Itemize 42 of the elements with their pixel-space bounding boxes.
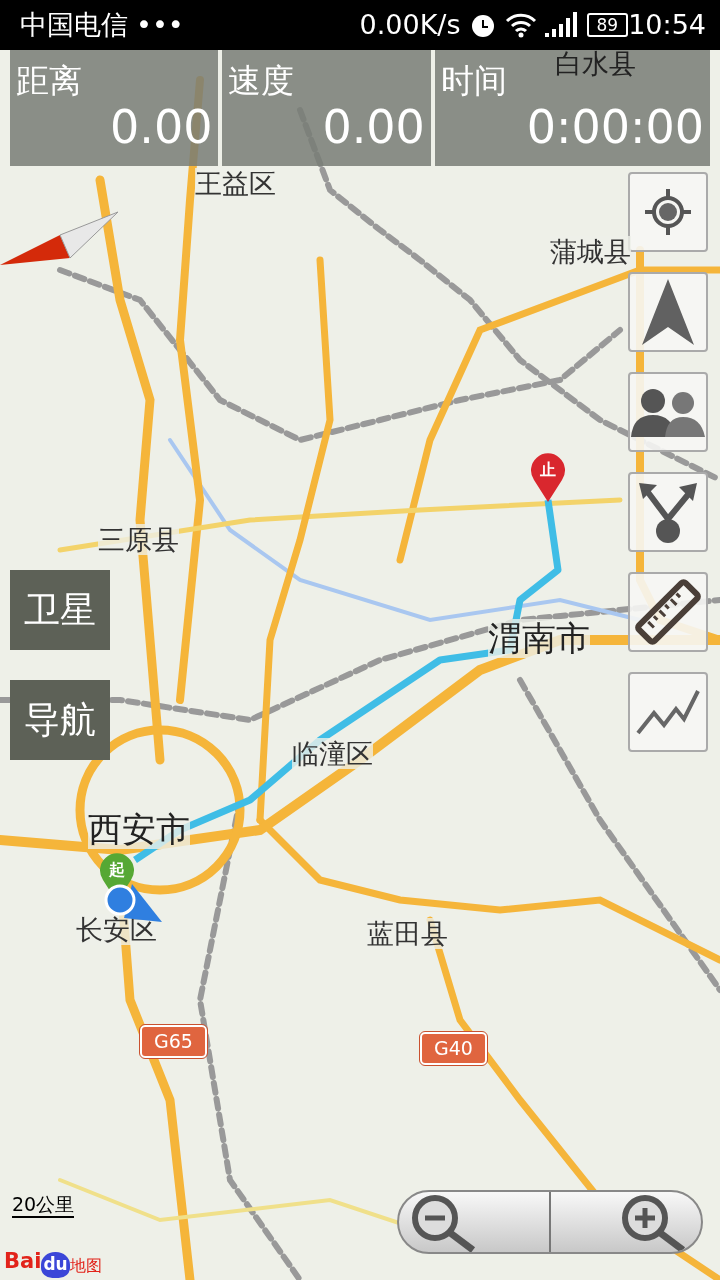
arrow-up-icon [640,277,696,347]
network-speed: 0.00K/s [359,7,461,42]
locate-button[interactable] [628,172,708,252]
place-label: 临潼区 [292,738,373,770]
compass-button[interactable] [628,272,708,352]
stat-label: 速度 [228,60,295,102]
friends-button[interactable] [628,372,708,452]
place-label: 白水县 [555,50,636,80]
highway-shield: G40 [420,1032,487,1065]
signal-icon [544,12,579,38]
layer-button[interactable]: 导航 [10,680,110,760]
stat-value: 0.00 [110,99,213,156]
chart-button[interactable] [628,672,708,752]
map-scale: 20公里 [12,1193,75,1218]
clock: 10:54 [628,7,706,42]
place-label: 西安市 [88,810,190,850]
place-label: 蓝田县 [367,918,448,950]
ruler-icon [633,577,703,647]
stat-value: 0:00:00 [526,99,704,156]
stat-label: 时间 [440,60,507,102]
people-icon [631,387,705,437]
logo-text: Bai [4,1248,42,1275]
line-graph-icon [636,687,700,737]
carrier-name: 中国电信 [20,7,128,42]
end-marker-label: 止 [539,459,557,481]
wifi-icon [504,12,537,38]
logo-paw-text: du [41,1252,70,1278]
stat-value: 0.00 [322,99,425,156]
crosshair-icon [645,189,691,235]
place-label: 蒲城县 [550,236,631,268]
logo-map-text: 地图 [69,1254,102,1277]
layer-button[interactable]: 卫星 [10,570,110,650]
start-marker-label: 起 [108,859,126,881]
share-button[interactable] [628,472,708,552]
place-label: 渭南市 [488,619,590,659]
end-marker-icon [528,450,568,502]
notification-dots: ••• [136,7,184,42]
place-label: 三原县 [98,524,179,556]
stat-label: 距离 [16,60,82,102]
battery-level: 89 [586,13,629,37]
highway-shield: G65 [140,1025,207,1058]
measure-button[interactable] [628,572,708,652]
